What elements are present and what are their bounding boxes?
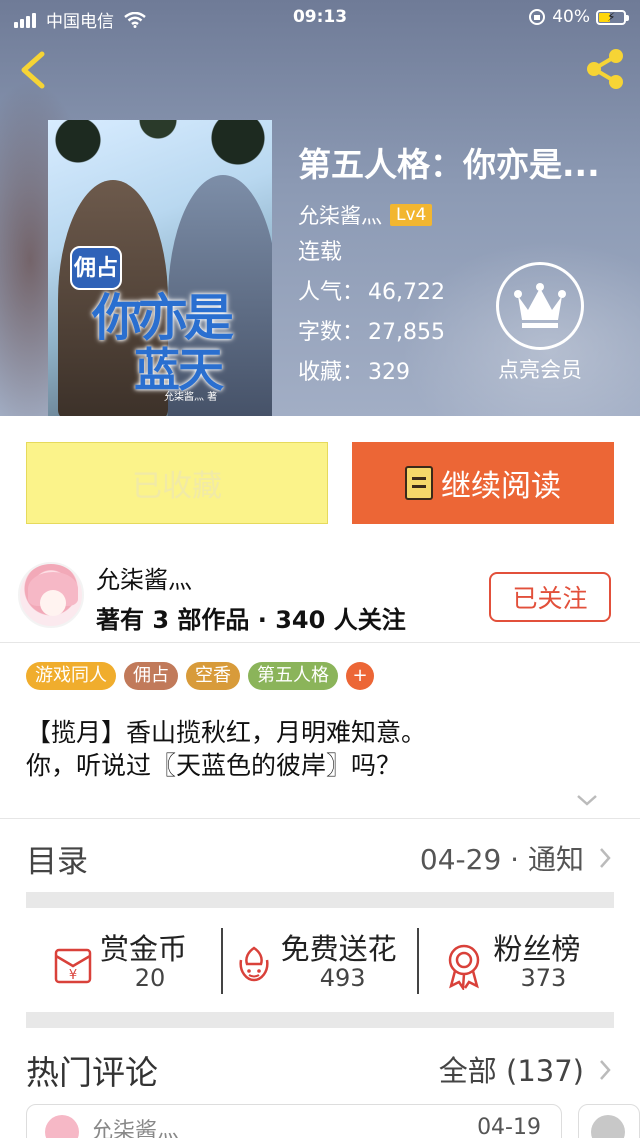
word-count-value: 27,855	[368, 320, 445, 345]
book-icon	[405, 466, 433, 500]
section-separator	[26, 1012, 614, 1028]
author-name[interactable]: 允柒酱灬	[96, 560, 192, 595]
tag-item[interactable]: 佣占	[124, 662, 178, 690]
popularity-value: 46,722	[368, 280, 445, 305]
expand-description-button[interactable]	[574, 790, 600, 810]
book-title: 第五人格：你亦是...	[298, 145, 600, 184]
word-count-row: 字数： 27,855	[298, 320, 445, 345]
share-icon	[587, 49, 623, 89]
favorites-row: 收藏： 329	[298, 360, 411, 385]
toc-label: 目录	[26, 844, 88, 880]
comment-card[interactable]	[578, 1104, 640, 1138]
stat-value: 373	[520, 964, 567, 992]
level-badge: Lv4	[390, 204, 433, 226]
chevron-right-icon	[600, 848, 611, 868]
vip-button[interactable]: 点亮会员	[488, 262, 592, 384]
chevron-left-icon	[21, 51, 45, 89]
add-tag-button[interactable]: +	[346, 662, 374, 690]
stat-name: 粉丝榜	[493, 932, 581, 966]
continue-reading-label: 继续阅读	[441, 469, 561, 504]
comment-date: 04-19	[477, 1115, 541, 1138]
book-cover[interactable]: 佣占 你亦是 蓝天 允柒酱灬 著	[48, 120, 272, 416]
reward-coins-button[interactable]: ¥ 赏金币 20	[26, 922, 221, 1000]
chevron-right-icon	[600, 1060, 611, 1080]
book-header: 中国电信 09:13 40% ⚡ 佣占 你亦是 蓝天 允柒酱灬 著 第五人格：你…	[0, 0, 640, 416]
toc-update: 04-29 · 通知	[419, 843, 584, 876]
favorites-value: 329	[368, 360, 411, 385]
send-flower-button[interactable]: 免费送花 493	[223, 922, 418, 1000]
orientation-lock-icon	[529, 9, 546, 25]
description-line: 【揽月】香山揽秋红，月明难知意。	[26, 718, 427, 747]
section-separator	[26, 892, 614, 908]
battery-icon: ⚡	[596, 9, 629, 25]
table-of-contents-row[interactable]: 目录 04-29 · 通知	[26, 834, 614, 880]
description-line: 你，听说过〖天蓝色的彼岸〗吗？	[26, 751, 402, 780]
crown-icon	[514, 283, 566, 328]
avatar	[45, 1115, 79, 1138]
flower-icon	[239, 946, 269, 982]
book-info: 第五人格：你亦是... 允柒酱灬 Lv4 连载 人气： 46,722 字数： 27,…	[298, 138, 640, 390]
svg-text:¥: ¥	[69, 968, 77, 983]
stats-row: ¥ 赏金币 20 免费送花 493 粉丝榜 373	[26, 922, 614, 1000]
book-author[interactable]: 允柒酱灬	[298, 200, 382, 230]
stat-value: 493	[319, 964, 366, 992]
tag-item[interactable]: 空香	[186, 662, 240, 690]
cover-author: 允柒酱灬 著	[164, 392, 218, 403]
popularity-row: 人气： 46,722	[298, 280, 445, 305]
stat-name: 赏金币	[100, 932, 188, 966]
status-right: 40% ⚡	[528, 7, 629, 27]
battery-percent: 40%	[552, 7, 590, 27]
status-bar: 中国电信 09:13 40% ⚡	[0, 0, 640, 36]
tag-item[interactable]: 游戏同人	[26, 662, 116, 690]
hot-comments-header: 热门评论 全部 (137)	[26, 1044, 614, 1092]
comment-author: 允柒酱灬	[91, 1119, 180, 1138]
avatar	[591, 1115, 625, 1138]
book-status: 连载	[298, 240, 343, 265]
stat-value: 20	[134, 964, 166, 992]
chevron-down-icon	[577, 795, 597, 806]
hot-comments-label: 热门评论	[26, 1053, 158, 1092]
fan-ranking-button[interactable]: 粉丝榜 373	[419, 922, 614, 1000]
author-meta: 著有 3 部作品 · 340 人关注	[96, 606, 406, 634]
comment-card[interactable]: 允柒酱灬 04-19	[26, 1104, 562, 1138]
vip-label: 点亮会员	[498, 358, 582, 382]
favorited-button[interactable]: 已收藏	[26, 442, 328, 524]
book-author-row: 允柒酱灬 Lv4	[298, 200, 640, 230]
follow-button[interactable]: 已关注	[489, 572, 611, 622]
tag-list: 游戏同人 佣占 空香 第五人格 +	[26, 662, 374, 690]
back-button[interactable]	[14, 48, 54, 92]
book-description: 【揽月】香山揽秋红，月明难知意。 你，听说过〖天蓝色的彼岸〗吗？	[26, 716, 426, 782]
all-comments-link[interactable]: 全部 (137)	[439, 1048, 584, 1090]
divider	[0, 642, 640, 643]
stat-name: 免费送花	[280, 932, 397, 966]
medal-icon	[449, 944, 480, 990]
divider	[0, 818, 640, 819]
red-envelope-icon: ¥	[54, 948, 92, 984]
continue-reading-button[interactable]: 继续阅读	[352, 442, 614, 524]
share-button[interactable]	[582, 46, 628, 92]
tag-item[interactable]: 第五人格	[248, 662, 338, 690]
author-avatar[interactable]	[18, 562, 84, 628]
